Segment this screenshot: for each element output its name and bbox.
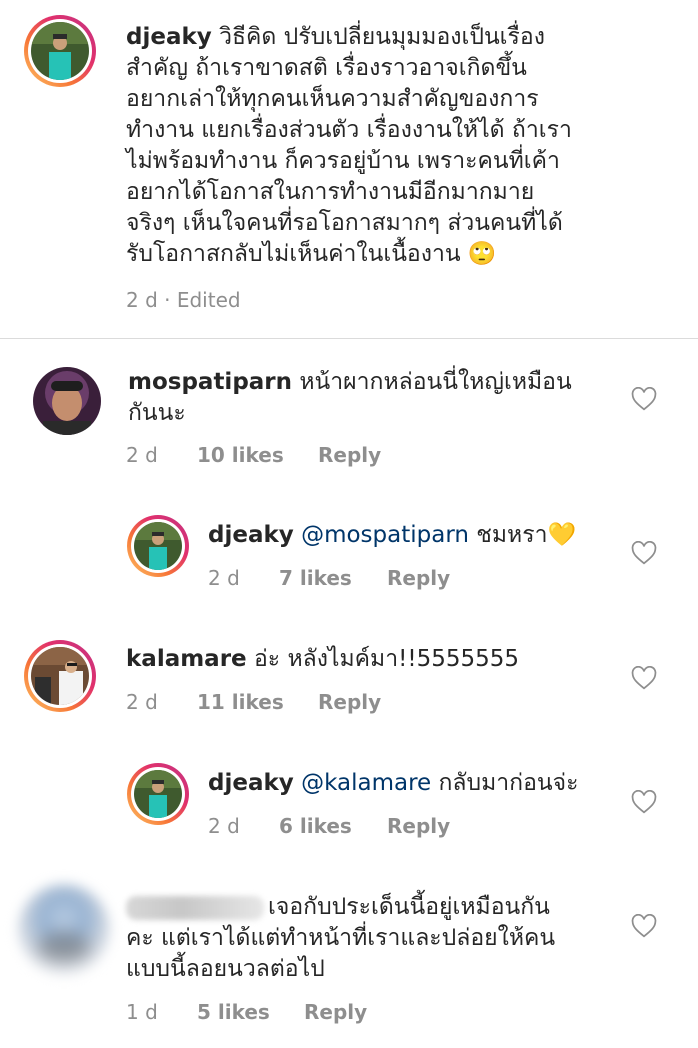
reply-button[interactable]: Reply [318, 690, 381, 714]
caption-username[interactable]: djeaky [126, 24, 212, 50]
heart-outline-icon[interactable] [631, 914, 657, 938]
comment-username[interactable]: mospatiparn [128, 369, 292, 395]
comment-username[interactable]: djeaky [208, 522, 294, 548]
comment-text: คะ แต่เราได้แต่ทำหน้าที่เราและปล่อยให้คน [126, 925, 556, 951]
redacted-avatar[interactable] [18, 884, 110, 976]
comment-username[interactable]: djeaky [208, 770, 294, 796]
caption-line: อยากเล่าให้ทุกคนเห็นความสำคัญของการ [126, 86, 539, 112]
comment-body: djeaky @mospatiparn ชมหรา💛 [208, 520, 628, 551]
reply-button[interactable]: Reply [304, 1000, 367, 1024]
heart-outline-icon[interactable] [631, 790, 657, 814]
caption-line: อยากได้โอกาสในการทำงานมีอีกมากมาย [126, 179, 535, 205]
likes-count[interactable]: 5 likes [197, 1000, 270, 1024]
comment-timestamp: 2 d [126, 690, 158, 714]
comment-body: kalamare อ่ะ หลังไมค์มา!!5555555 [126, 644, 606, 675]
comment-body: mospatiparn หน้าผากหล่อนนี่ใหญ่เหมือน กั… [128, 367, 608, 429]
heart-outline-icon[interactable] [631, 666, 657, 690]
mention-link[interactable]: @kalamare [301, 770, 431, 796]
reply-button[interactable]: Reply [318, 443, 381, 467]
caption-line: จริงๆ เห็นใจคนที่รอโอกาสมากๆ ส่วนคนที่ได… [126, 210, 563, 236]
comment-text: อ่ะ หลังไมค์มา!!5555555 [253, 646, 519, 672]
comment-text: หน้าผากหล่อนนี่ใหญ่เหมือน [299, 369, 572, 395]
caption-author-avatar[interactable] [24, 15, 96, 87]
comment-text: กันนะ [128, 400, 186, 426]
comment-text: กลับมาก่อนจ่ะ [438, 770, 579, 796]
caption-line: ทำงาน แยกเรื่องส่วนตัว เรื่องงานให้ได้ ถ… [126, 117, 572, 143]
divider [0, 338, 698, 339]
caption-line: รับโอกาสกลับไม่เห็นค่าในเนื้องาน 🙄 [126, 241, 497, 267]
commenter-avatar[interactable] [127, 515, 189, 577]
caption-line: สำคัญ ถ้าเราขาดสติ เรื่องราวอาจเกิดขึ้น [126, 55, 527, 81]
reply-button[interactable]: Reply [387, 814, 450, 838]
likes-count[interactable]: 7 likes [279, 566, 352, 590]
comment-timestamp: 2 d [208, 566, 240, 590]
comment-text: เจอกับประเด็นนี้อยู่เหมือนกัน [268, 894, 550, 920]
caption-line: วิธีคิด ปรับเปลี่ยนมุมมองเป็นเรื่อง [219, 24, 545, 50]
comment-text: ชมหรา💛 [476, 522, 577, 548]
commenter-avatar[interactable] [24, 640, 96, 712]
redacted-username[interactable] [126, 895, 264, 920]
reply-button[interactable]: Reply [387, 566, 450, 590]
caption-timestamp: 2 d · Edited [126, 288, 241, 312]
caption-line: ไม่พร้อมทำงาน ก็ควรอยู่บ้าน เพราะคนที่เค… [126, 148, 560, 174]
caption-text: djeaky วิธีคิด ปรับเปลี่ยนมุมมองเป็นเรื่… [126, 22, 666, 270]
likes-count[interactable]: 10 likes [197, 443, 284, 467]
comment-timestamp: 2 d [126, 443, 158, 467]
comment-text: แบบนี้ลอยนวลต่อไป [126, 956, 325, 982]
commenter-avatar[interactable] [127, 763, 189, 825]
mention-link[interactable]: @mospatiparn [301, 522, 469, 548]
likes-count[interactable]: 6 likes [279, 814, 352, 838]
heart-outline-icon[interactable] [631, 541, 657, 565]
comment-username[interactable]: kalamare [126, 646, 247, 672]
comment-body: เจอกับประเด็นนี้อยู่เหมือนกัน คะ แต่เราไ… [126, 892, 626, 985]
post-caption: djeaky วิธีคิด ปรับเปลี่ยนมุมมองเป็นเรื่… [0, 0, 698, 338]
comment-timestamp: 1 d [126, 1000, 158, 1024]
heart-outline-icon[interactable] [631, 387, 657, 411]
comment-timestamp: 2 d [208, 814, 240, 838]
comment-body: djeaky @kalamare กลับมาก่อนจ่ะ [208, 768, 628, 799]
commenter-avatar[interactable] [28, 362, 101, 435]
likes-count[interactable]: 11 likes [197, 690, 284, 714]
